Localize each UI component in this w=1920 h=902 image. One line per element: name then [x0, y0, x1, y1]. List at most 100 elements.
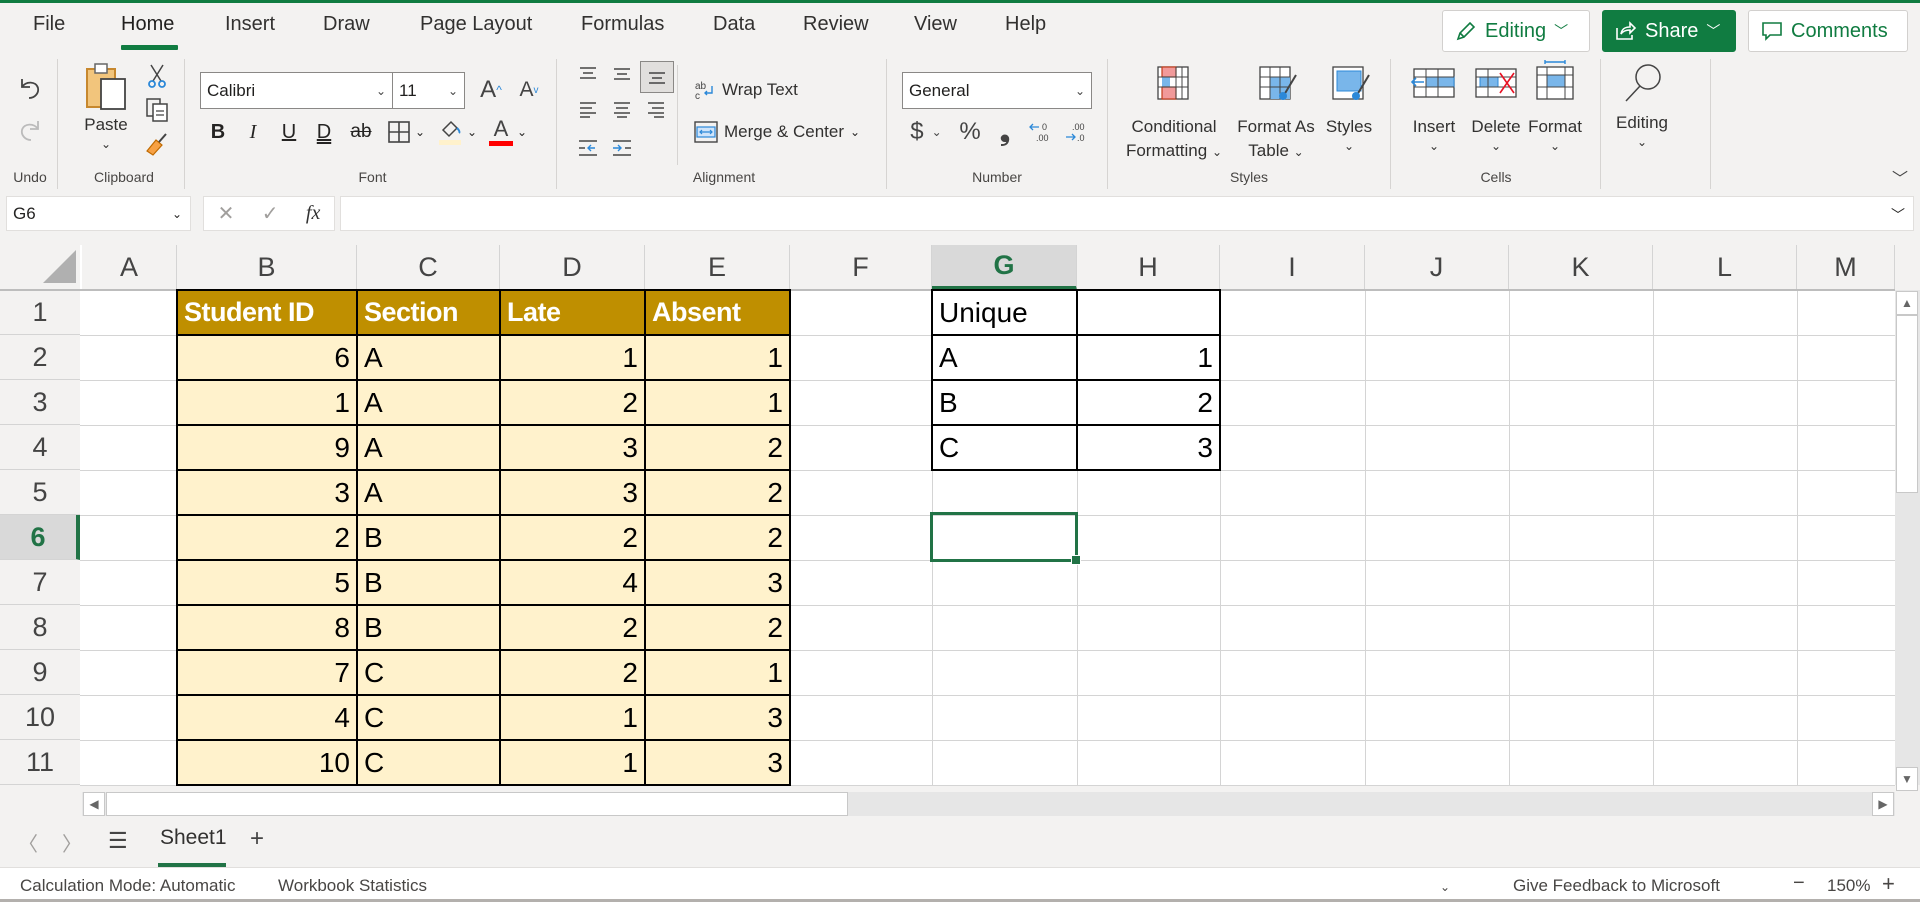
align-left-button[interactable] — [574, 97, 602, 123]
table-cell[interactable]: 3 — [644, 559, 791, 606]
table-cell[interactable]: B — [356, 514, 501, 561]
calculation-mode[interactable]: Calculation Mode: Automatic — [20, 876, 235, 896]
align-center-button[interactable] — [608, 97, 636, 123]
double-underline-button[interactable]: D — [311, 117, 337, 147]
tab-data[interactable]: Data — [713, 13, 755, 36]
table-cell[interactable]: B — [356, 604, 501, 651]
row-header-5[interactable]: 5 — [0, 470, 80, 515]
row-header-11[interactable]: 11 — [0, 740, 80, 785]
workbook-statistics[interactable]: Workbook Statistics — [278, 876, 427, 896]
chevron-down-icon[interactable]: ⌄ — [1440, 880, 1450, 894]
confirm-icon[interactable]: ✓ — [262, 201, 279, 226]
table-cell[interactable]: 10 — [176, 739, 358, 786]
previous-sheet-icon[interactable]: 〈 — [18, 828, 38, 857]
decrease-decimal-button[interactable]: .00.0 — [1062, 117, 1092, 147]
table-cell[interactable]: 3 — [644, 739, 791, 786]
unique-header-cell[interactable]: Unique — [931, 289, 1078, 336]
table-cell[interactable]: 5 — [176, 559, 358, 606]
scroll-down-button[interactable]: ▼ — [1896, 767, 1918, 791]
column-header-j[interactable]: J — [1365, 245, 1509, 290]
column-header-m[interactable]: M — [1797, 245, 1895, 290]
tab-review[interactable]: Review — [803, 13, 869, 36]
merge-center-button[interactable]: Merge & Center ⌄ — [694, 117, 874, 147]
currency-format-button[interactable]: $ ⌄ — [904, 117, 948, 147]
font-color-button[interactable]: A ⌄ — [486, 117, 530, 147]
row-header-4[interactable]: 4 — [0, 425, 80, 470]
column-header-h[interactable]: H — [1077, 245, 1220, 290]
table-cell[interactable]: 2 — [499, 604, 646, 651]
row-header-8[interactable]: 8 — [0, 605, 80, 650]
wrap-text-button[interactable]: ab c Wrap Text — [694, 75, 814, 105]
insert-cells-button[interactable]: Insert ⌄ — [1406, 65, 1462, 153]
zoom-in-button[interactable]: + — [1882, 871, 1895, 897]
redo-button[interactable] — [12, 113, 48, 149]
row-header-6[interactable]: 6 — [0, 515, 80, 560]
copy-button[interactable] — [142, 95, 172, 125]
table-cell[interactable]: 2 — [644, 604, 791, 651]
vertical-scroll-thumb[interactable] — [1896, 315, 1918, 493]
table-header-cell[interactable]: Section — [356, 289, 501, 336]
table-cell[interactable]: 1 — [499, 694, 646, 741]
table-cell[interactable]: 3 — [644, 694, 791, 741]
unique-section-cell[interactable]: A — [931, 334, 1078, 381]
fill-handle[interactable] — [1071, 555, 1081, 565]
name-box[interactable]: G6 ⌄ — [6, 196, 191, 231]
unique-section-cell[interactable]: C — [931, 424, 1078, 471]
paste-button[interactable]: Paste ⌄ — [78, 61, 134, 151]
column-header-a[interactable]: A — [82, 245, 177, 290]
table-cell[interactable]: 3 — [176, 469, 358, 516]
table-cell[interactable]: 2 — [176, 514, 358, 561]
table-cell[interactable]: 8 — [176, 604, 358, 651]
column-header-e[interactable]: E — [645, 245, 790, 290]
increase-decimal-button[interactable]: 0.00 — [1026, 117, 1056, 147]
font-size-select[interactable]: 11 ⌄ — [392, 72, 465, 109]
editing-mode-button[interactable]: Editing ﹀ — [1442, 10, 1590, 52]
undo-button[interactable] — [12, 71, 48, 107]
delete-cells-button[interactable]: Delete ⌄ — [1466, 65, 1526, 153]
zoom-out-button[interactable]: − — [1793, 872, 1805, 895]
cancel-icon[interactable]: ✕ — [218, 201, 235, 226]
align-right-button[interactable] — [642, 97, 670, 123]
tab-file[interactable]: File — [33, 13, 65, 36]
column-header-b[interactable]: B — [177, 245, 357, 290]
comments-button[interactable]: Comments — [1748, 10, 1908, 52]
column-header-i[interactable]: I — [1220, 245, 1365, 290]
table-cell[interactable]: 1 — [644, 649, 791, 696]
row-header-2[interactable]: 2 — [0, 335, 80, 380]
bold-button[interactable]: B — [205, 117, 231, 147]
table-header-cell[interactable]: Absent — [644, 289, 791, 336]
format-painter-button[interactable] — [142, 129, 172, 159]
insert-function-icon[interactable]: fx — [306, 202, 320, 225]
table-cell[interactable]: 1 — [644, 379, 791, 426]
percent-style-button[interactable]: % — [955, 117, 985, 147]
column-header-g[interactable]: G — [932, 245, 1077, 290]
column-header-l[interactable]: L — [1653, 245, 1797, 290]
table-cell[interactable]: 2 — [644, 424, 791, 471]
row-header-7[interactable]: 7 — [0, 560, 80, 605]
sheet-tab-sheet1[interactable]: Sheet1 — [160, 826, 227, 850]
table-cell[interactable]: A — [356, 469, 501, 516]
active-cell-selection[interactable] — [930, 512, 1078, 562]
unique-section-cell[interactable]: B — [931, 379, 1078, 426]
table-cell[interactable]: 1 — [176, 379, 358, 426]
unique-header-empty-cell[interactable] — [1076, 289, 1221, 336]
next-sheet-icon[interactable]: 〉 — [62, 828, 82, 857]
number-format-select[interactable]: General ⌄ — [902, 72, 1092, 109]
table-cell[interactable]: 2 — [644, 514, 791, 561]
zoom-level[interactable]: 150% — [1827, 876, 1870, 896]
column-header-d[interactable]: D — [500, 245, 645, 290]
formula-input[interactable]: ﹀ — [340, 196, 1914, 231]
add-sheet-button[interactable]: + — [250, 825, 264, 853]
table-header-cell[interactable]: Student ID — [176, 289, 358, 336]
table-cell[interactable]: 2 — [499, 649, 646, 696]
editing-button[interactable]: Editing ⌄ — [1608, 61, 1676, 149]
table-cell[interactable]: 4 — [499, 559, 646, 606]
table-cell[interactable]: 4 — [176, 694, 358, 741]
table-cell[interactable]: 1 — [499, 334, 646, 381]
table-cell[interactable]: 3 — [499, 469, 646, 516]
share-button[interactable]: Share ﹀ — [1602, 10, 1736, 52]
top-align-button[interactable] — [574, 61, 602, 87]
font-name-select[interactable]: Calibri ⌄ — [200, 72, 393, 109]
give-feedback-link[interactable]: Give Feedback to Microsoft — [1513, 876, 1720, 896]
horizontal-scroll-thumb[interactable] — [106, 792, 848, 816]
